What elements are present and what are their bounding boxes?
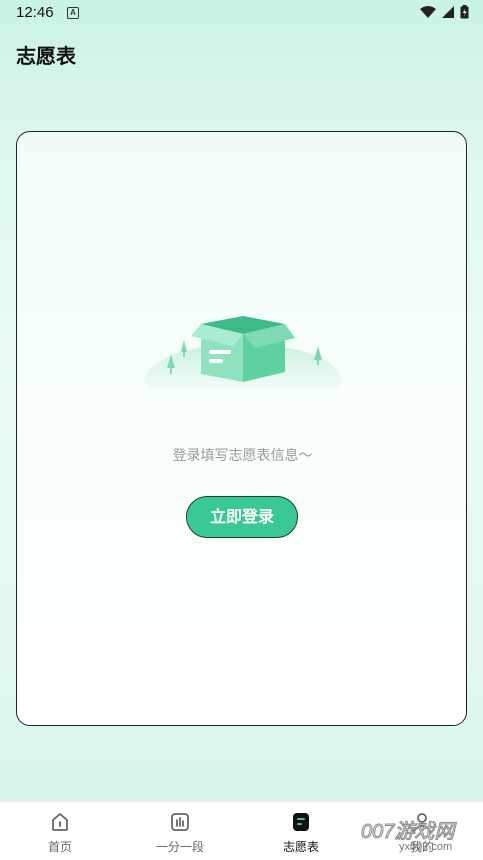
watermark-brand: 007游戏网	[360, 821, 455, 844]
signal-icon	[442, 5, 454, 18]
status-time: 12:46	[16, 4, 54, 21]
chart-icon	[171, 813, 189, 831]
empty-box-illustration	[145, 316, 341, 388]
tab-home-label: 首页	[47, 840, 72, 854]
tab-score-rank-label: 一分一段	[155, 840, 204, 854]
empty-state-message: 登录填写志愿表信息～	[172, 448, 313, 464]
status-icons	[420, 5, 469, 19]
login-button[interactable]: 立即登录	[186, 496, 298, 538]
watermark-domain: yx007.com	[399, 841, 453, 853]
form-icon	[293, 813, 309, 831]
page-title: 志愿表	[16, 44, 76, 68]
wifi-icon	[420, 5, 436, 18]
battery-icon	[460, 5, 469, 19]
tab-home[interactable]: 首页	[0, 802, 120, 860]
tab-score-rank[interactable]: 一分一段	[120, 802, 240, 860]
notification-icon: A	[67, 7, 79, 19]
tab-volunteer-form-label: 志愿表	[282, 840, 319, 854]
status-bar: 12:46 A	[0, 0, 483, 28]
volunteer-form-card: 登录填写志愿表信息～ 立即登录	[16, 131, 467, 726]
tab-volunteer-form[interactable]: 志愿表	[241, 802, 361, 860]
watermark: 007游戏网 yx007.com	[360, 815, 479, 860]
home-icon	[52, 813, 68, 831]
